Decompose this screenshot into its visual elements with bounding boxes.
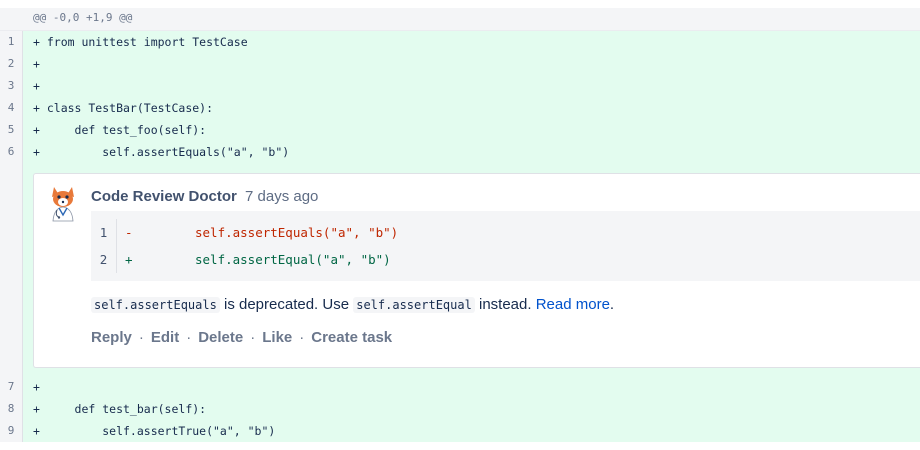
comment-actions: Reply · Edit · Delete · Like · Create task (91, 329, 392, 346)
diff-line: 1 + from unittest import TestCase (0, 31, 920, 53)
comment-card: Code Review Doctor 7 days ago 1 - self.a… (33, 173, 920, 368)
line-number[interactable]: 5 (0, 119, 23, 141)
like-button[interactable]: Like (262, 329, 292, 346)
line-number[interactable]: 8 (0, 398, 23, 420)
line-number[interactable]: 9 (0, 420, 23, 442)
diff-lines-top: 1 + from unittest import TestCase 2 + 3 … (0, 31, 920, 163)
diff-line: 5 + def test_foo(self): (0, 119, 920, 141)
suggestion-code-removed: self.assertEquals("a", "b") (195, 225, 399, 240)
diff-lines-bottom: 7 + 8 + def test_bar(self): 9 + self.ass… (0, 376, 920, 442)
suggestion-line-number: 2 (91, 246, 117, 273)
comment-gutter (0, 163, 23, 376)
code-line: + (23, 75, 920, 97)
diff-line: 8 + def test_bar(self): (0, 398, 920, 420)
line-number[interactable]: 4 (0, 97, 23, 119)
fox-doctor-avatar-icon[interactable] (44, 184, 82, 222)
code-line: + from unittest import TestCase (23, 31, 920, 53)
diff-line: 7 + (0, 376, 920, 398)
delete-button[interactable]: Delete (198, 329, 243, 346)
code-line: + def test_bar(self): (23, 398, 920, 420)
action-separator: · (138, 329, 144, 346)
code-line: + def test_foo(self): (23, 119, 920, 141)
line-number[interactable]: 3 (0, 75, 23, 97)
code-line: + self.assertTrue("a", "b") (23, 420, 920, 442)
diff-line: 4 + class TestBar(TestCase): (0, 97, 920, 119)
comment-author[interactable]: Code Review Doctor (91, 188, 237, 205)
hunk-header-text: @@ -0,0 +1,9 @@ (33, 11, 133, 24)
create-task-button[interactable]: Create task (311, 329, 392, 346)
line-number[interactable]: 2 (0, 53, 23, 75)
comment-text: . (609, 296, 615, 313)
edit-button[interactable]: Edit (151, 329, 179, 346)
code-line: + (23, 376, 920, 398)
read-more-link[interactable]: Read more (536, 296, 610, 313)
diff-line: 3 + (0, 75, 920, 97)
comment-timestamp[interactable]: 7 days ago (245, 188, 318, 205)
diff-line: 9 + self.assertTrue("a", "b") (0, 420, 920, 442)
inline-code: self.assertEqual (353, 297, 475, 313)
suggestion-line-number: 1 (91, 219, 117, 246)
comment-text: is deprecated. Use (219, 296, 354, 313)
suggestion-sign-removed: - (125, 225, 133, 240)
reply-button[interactable]: Reply (91, 329, 132, 346)
diff-line: 2 + (0, 53, 920, 75)
suggested-change: 1 - self.assertEquals("a", "b") 2 + self… (91, 211, 920, 281)
code-line: + class TestBar(TestCase): (23, 97, 920, 119)
code-line: + self.assertEquals("a", "b") (23, 141, 920, 163)
inline-comment-zone: Code Review Doctor 7 days ago 1 - self.a… (0, 163, 920, 376)
line-number[interactable]: 7 (0, 376, 23, 398)
inline-code: self.assertEquals (91, 297, 220, 313)
action-separator: · (250, 329, 256, 346)
code-line: + (23, 53, 920, 75)
suggestion-code-added: self.assertEqual("a", "b") (195, 252, 391, 267)
line-number[interactable]: 1 (0, 31, 23, 53)
hunk-header: @@ -0,0 +1,9 @@ (0, 8, 920, 31)
action-separator: · (186, 329, 192, 346)
comment-text: instead. (474, 296, 536, 313)
comment-body: self.assertEquals is deprecated. Use sel… (91, 296, 614, 313)
line-number[interactable]: 6 (0, 141, 23, 163)
diff-line: 6 + self.assertEquals("a", "b") (0, 141, 920, 163)
action-separator: · (299, 329, 305, 346)
suggestion-sign-added: + (125, 252, 133, 267)
